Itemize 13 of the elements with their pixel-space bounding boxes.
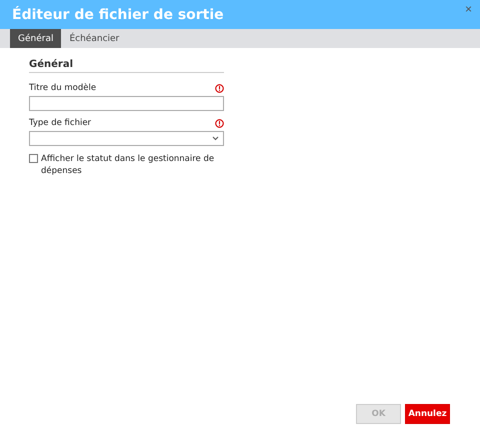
- dropdown-field[interactable]: [29, 131, 224, 146]
- field-label: Type de fichier: [29, 118, 92, 128]
- close-button[interactable]: ×: [464, 2, 472, 16]
- checkbox-label: Afficher le statut dans le gestionnaire de dépenses: [41, 153, 216, 177]
- tab[interactable]: Échéancier: [61, 29, 128, 48]
- window-title: Éditeur de fichier de sortie: [12, 6, 224, 22]
- field-label: Titre du modèle: [29, 83, 96, 93]
- checkbox[interactable]: [29, 154, 38, 163]
- chevron-down-icon: [212, 136, 219, 141]
- cancel-button[interactable]: Annulez: [405, 404, 450, 424]
- tab[interactable]: Général: [10, 29, 62, 48]
- section-title: Général: [29, 59, 224, 73]
- input-field[interactable]: [29, 96, 224, 111]
